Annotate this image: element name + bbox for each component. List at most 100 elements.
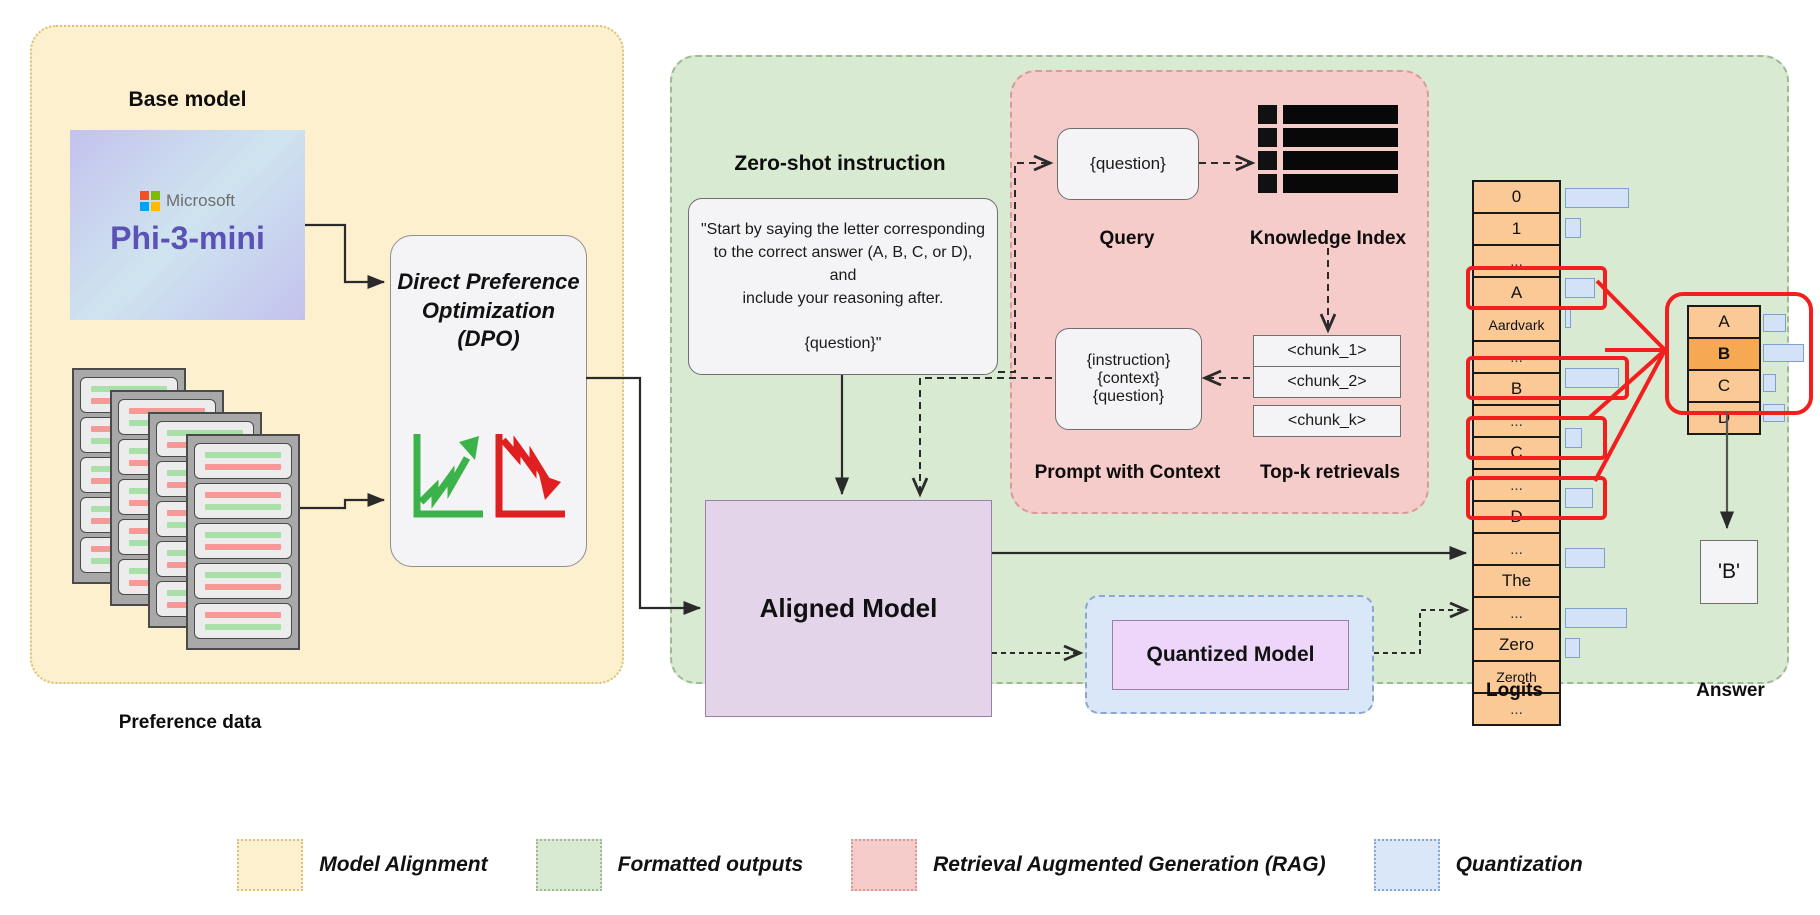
- selected-token-highlight: [1466, 476, 1607, 520]
- dpo-title: Direct Preference Optimization (DPO): [391, 236, 586, 354]
- logit-value-bar: [1565, 608, 1627, 628]
- dpo-box: Direct Preference Optimization (DPO): [390, 235, 587, 567]
- base-model-label: Base model: [128, 88, 247, 111]
- knowledge-index-label: Knowledge Index: [1249, 228, 1407, 249]
- final-answer-box: 'B': [1700, 540, 1758, 604]
- index-vector-bar: [1283, 105, 1398, 124]
- zero-shot-instruction-box: "Start by saying the letter correspondin…: [688, 198, 998, 375]
- instruction-line-1: "Start by saying the letter correspondin…: [700, 220, 986, 238]
- logit-row: Zero: [1474, 630, 1559, 662]
- legend-item-formatted-outputs: Formatted outputs: [535, 839, 804, 891]
- rejected-response-bar: [205, 544, 281, 550]
- index-key-icon: [1258, 128, 1277, 147]
- instruction-line-2: to the correct answer (A, B, C, or D), a…: [713, 243, 973, 284]
- rejected-response-bar: [205, 612, 281, 618]
- preference-data-card: [186, 434, 300, 650]
- query-box: {question}: [1057, 128, 1199, 200]
- preferred-response-bar: [205, 452, 281, 458]
- preference-pair: [194, 603, 292, 639]
- rejected-response-bar: [205, 584, 281, 590]
- uptrend-chart-icon: [413, 434, 483, 518]
- logit-value-bar: [1565, 638, 1580, 658]
- knowledge-index-graphic: [1258, 105, 1398, 195]
- legend-label: Formatted outputs: [617, 853, 804, 876]
- logit-row: ...: [1474, 534, 1559, 566]
- prompt-question-line: {question}: [1092, 388, 1165, 405]
- logit-value-bar: [1565, 308, 1571, 328]
- instruction-question-placeholder: {question}": [804, 335, 882, 353]
- index-key-icon: [1258, 105, 1277, 124]
- preferred-response-bar: [205, 572, 281, 578]
- preferred-response-bar: [205, 504, 281, 510]
- logit-row: Aardvark: [1474, 310, 1559, 342]
- prompt-instruction-line: {instruction}: [1086, 352, 1171, 369]
- selected-token-highlight: [1466, 356, 1629, 400]
- legend-item-rag: Retrieval Augmented Generation (RAG): [851, 839, 1326, 891]
- index-vector-bar: [1283, 151, 1398, 170]
- microsoft-squares-icon: [140, 191, 161, 211]
- selected-token-highlight: [1466, 416, 1607, 460]
- dpo-title-line-1: Direct Preference: [397, 269, 580, 294]
- topk-retrievals-label: Top-k retrievals: [1259, 462, 1401, 483]
- legend-item-quantization: Quantization: [1373, 839, 1583, 891]
- knowledge-index-row: [1258, 151, 1398, 170]
- microsoft-logo: Microsoft: [70, 182, 305, 220]
- legend-label: Model Alignment: [319, 853, 488, 876]
- preference-data-stack: [72, 368, 322, 650]
- legend-swatch: [535, 839, 602, 891]
- quantized-model-box: Quantized Model: [1112, 620, 1349, 690]
- legend: Model Alignment Formatted outputs Retrieva…: [0, 830, 1820, 900]
- dpo-title-line-3: (DPO): [457, 326, 520, 352]
- legend-swatch: [851, 839, 918, 891]
- base-model-tile: Microsoft Phi-3-mini: [70, 130, 305, 320]
- chunk-row: <chunk_k>: [1253, 405, 1401, 437]
- query-label: Query: [1099, 228, 1155, 249]
- prompt-with-context-label: Prompt with Context: [1034, 462, 1221, 483]
- selected-token-highlight: [1466, 266, 1607, 310]
- logit-row: 1: [1474, 214, 1559, 246]
- logit-row: 0: [1474, 182, 1559, 214]
- prompt-with-context-box: {instruction} {context} {question}: [1055, 328, 1202, 430]
- topk-chunks-list: <chunk_1> <chunk_2> <chunk_k>: [1253, 335, 1401, 437]
- preference-data-label: Preference data: [118, 712, 262, 733]
- logits-label: Logits: [1486, 680, 1543, 701]
- legend-label: Quantization: [1455, 853, 1583, 876]
- aligned-model-label: Aligned Model: [759, 593, 938, 623]
- logit-value-bar: [1565, 218, 1581, 238]
- quantization-wrapper: Quantized Model: [1085, 595, 1374, 714]
- legend-swatch: [1373, 839, 1440, 891]
- aligned-model-box: Aligned Model: [705, 500, 992, 717]
- logit-value-bar: [1565, 188, 1629, 208]
- preference-pair: [194, 483, 292, 519]
- legend-label: Retrieval Augmented Generation (RAG): [933, 853, 1326, 876]
- logit-row: The: [1474, 566, 1559, 598]
- rejected-response-bar: [205, 464, 281, 470]
- chunk-row: <chunk_2>: [1253, 366, 1401, 398]
- index-key-icon: [1258, 151, 1277, 170]
- logit-value-bar: [1565, 548, 1605, 568]
- zero-shot-heading: Zero-shot instruction: [734, 152, 946, 175]
- chunk-row: <chunk_1>: [1253, 335, 1401, 367]
- knowledge-index-row: [1258, 128, 1398, 147]
- preference-pair: [194, 443, 292, 479]
- logit-row: ...: [1474, 598, 1559, 630]
- knowledge-index-row: [1258, 105, 1398, 124]
- rejected-response-bar: [205, 492, 281, 498]
- quantized-model-label: Quantized Model: [1146, 643, 1315, 666]
- dpo-title-line-2: Optimization: [421, 297, 556, 323]
- index-key-icon: [1258, 174, 1277, 193]
- preferred-response-bar: [205, 532, 281, 538]
- preference-pair: [194, 563, 292, 599]
- preference-pair: [194, 523, 292, 559]
- index-vector-bar: [1283, 174, 1398, 193]
- preferred-response-bar: [205, 624, 281, 630]
- index-vector-bar: [1283, 128, 1398, 147]
- answer-candidates-highlight: [1665, 292, 1813, 415]
- microsoft-wordmark: Microsoft: [166, 191, 235, 210]
- answer-label: Answer: [1696, 680, 1765, 701]
- phi3-mini-name: Phi-3-mini: [110, 220, 265, 256]
- knowledge-index-row: [1258, 174, 1398, 193]
- prompt-context-line: {context}: [1097, 370, 1160, 387]
- downtrend-chart-icon: [495, 434, 565, 518]
- instruction-line-3: include your reasoning after.: [742, 290, 944, 308]
